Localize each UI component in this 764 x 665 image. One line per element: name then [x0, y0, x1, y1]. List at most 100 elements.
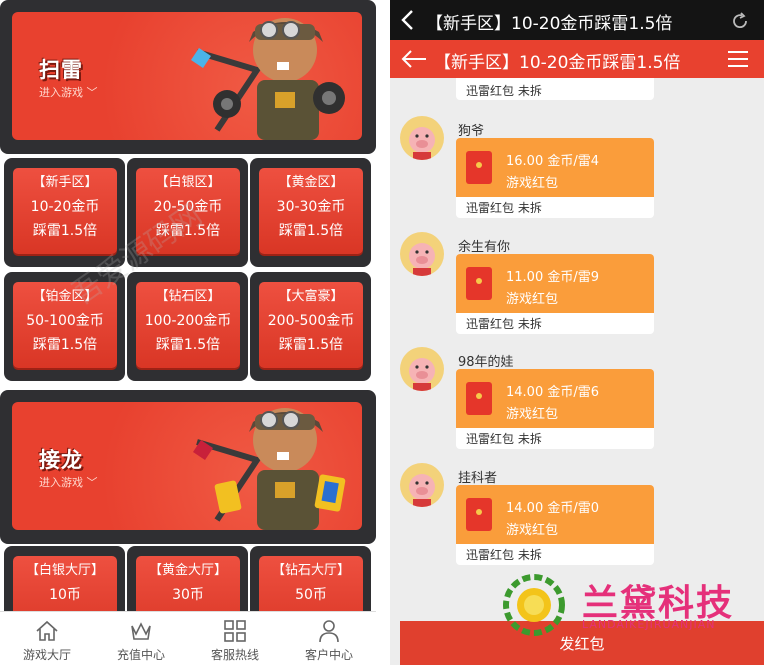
room-grid: 【新手区】 10-20金币 踩雷1.5倍 【白银区】 20-50金币 踩雷1.5…	[0, 154, 376, 390]
room-button-newbie[interactable]: 【新手区】 10-20金币 踩雷1.5倍	[13, 168, 117, 254]
room-rate: 踩雷1.5倍	[155, 223, 221, 239]
menu-icon[interactable]	[726, 50, 750, 68]
room-rate: 踩雷1.5倍	[32, 337, 98, 353]
pig-avatar-icon	[409, 474, 435, 507]
bottom-tab-bar: 游戏大厅 充值中心 客服热线 客户中心	[0, 611, 376, 665]
chat-room-panel: 【新手区】10-20金币踩雷1.5倍 【新手区】10-20金币踩雷1.5倍 迅雷…	[390, 0, 764, 665]
hall-coins: 30币	[172, 587, 204, 603]
room-title: 【新手区】10-20金币踩雷1.5倍	[434, 53, 681, 73]
packet-amount: 16.00 金币/雷4	[506, 154, 599, 169]
packet-amount: 14.00 金币/雷6	[506, 385, 599, 400]
solitaire-banner-card[interactable]: 接龙 进入游戏 ﹀	[12, 402, 362, 530]
red-envelope-icon	[466, 267, 492, 300]
avatar[interactable]	[400, 116, 444, 160]
window-title-bar: 【新手区】10-20金币踩雷1.5倍	[390, 0, 764, 40]
tab-label: 客户中心	[304, 648, 353, 662]
avatar[interactable]	[400, 232, 444, 276]
red-packet[interactable]: 14.00 金币/雷6 游戏红包 迅雷红包 未拆	[456, 369, 654, 449]
room-rate: 踩雷1.5倍	[32, 223, 98, 239]
hall-coins: 10币	[49, 587, 81, 603]
tab-label: 客服热线	[210, 648, 259, 662]
room-zone: 【大富豪】	[278, 289, 344, 304]
packet-status: 迅雷红包 未拆	[466, 432, 542, 446]
room-range: 10-20金币	[30, 199, 100, 215]
room-tile-tycoon[interactable]: 【大富豪】 200-500金币 踩雷1.5倍	[250, 272, 371, 381]
hall-name: 【黄金大厅】	[148, 563, 227, 578]
chat-message: 余生有你 11.00 金币/雷9 游戏红包 迅雷红包 未拆	[390, 232, 764, 342]
enter-game-link[interactable]: 进入游戏 ﹀	[39, 474, 98, 490]
red-packet[interactable]: 14.00 金币/雷0 游戏红包 迅雷红包 未拆	[456, 485, 654, 565]
enter-game-link[interactable]: 进入游戏 ﹀	[39, 84, 98, 100]
sender-name: 98年的娃	[458, 355, 514, 370]
tab-label: 游戏大厅	[22, 648, 71, 662]
app-header: 【新手区】10-20金币踩雷1.5倍	[390, 40, 764, 78]
home-icon	[36, 620, 58, 641]
back-chevron-icon[interactable]	[398, 8, 418, 32]
miner-character-illustration	[191, 18, 345, 140]
room-tile-diamond[interactable]: 【钻石区】 100-200金币 踩雷1.5倍	[127, 272, 248, 381]
grid-icon	[224, 620, 246, 642]
packet-type: 游戏红包	[506, 407, 559, 422]
packet-amount: 14.00 金币/雷0	[506, 501, 599, 516]
minesweeper-banner-card[interactable]: 扫雷 进入游戏 ﹀	[12, 12, 362, 140]
packet-type: 游戏红包	[506, 523, 559, 538]
solitaire-banner[interactable]: 接龙 进入游戏 ﹀	[0, 390, 376, 544]
red-envelope-icon	[466, 151, 492, 184]
room-zone: 【新手区】	[32, 175, 98, 190]
room-tile-gold[interactable]: 【黄金区】 30-30金币 踩雷1.5倍	[250, 158, 371, 267]
sender-name: 狗爷	[458, 124, 485, 139]
room-tile-silver[interactable]: 【白银区】 20-50金币 踩雷1.5倍	[127, 158, 248, 267]
sender-name: 余生有你	[458, 240, 511, 255]
chat-message: 98年的娃 14.00 金币/雷6 游戏红包 迅雷红包 未拆	[390, 347, 764, 457]
red-envelope-icon	[466, 382, 492, 415]
refresh-icon[interactable]	[730, 11, 750, 31]
room-button-tycoon[interactable]: 【大富豪】 200-500金币 踩雷1.5倍	[259, 282, 363, 368]
room-zone: 【黄金区】	[278, 175, 344, 190]
room-tile-platinum[interactable]: 【铂金区】 50-100金币 踩雷1.5倍	[4, 272, 125, 381]
room-button-platinum[interactable]: 【铂金区】 50-100金币 踩雷1.5倍	[13, 282, 117, 368]
packet-status: 迅雷红包 未拆	[466, 84, 542, 98]
red-packet[interactable]: 16.00 金币/雷4 游戏红包 迅雷红包 未拆	[456, 138, 654, 218]
room-range: 20-50金币	[153, 199, 223, 215]
packet-status: 迅雷红包 未拆	[466, 548, 542, 562]
pig-avatar-icon	[409, 358, 435, 391]
room-button-diamond[interactable]: 【钻石区】 100-200金币 踩雷1.5倍	[136, 282, 240, 368]
packet-type: 游戏红包	[506, 292, 559, 307]
packet-type: 游戏红包	[506, 176, 559, 191]
room-zone: 【白银区】	[155, 175, 221, 190]
game-lobby-panel: 扫雷 进入游戏 ﹀ 【新手区】 10-20金币 踩雷1.5倍 【白银区】 20-…	[0, 0, 376, 665]
packet-amount: 11.00 金币/雷9	[506, 270, 599, 285]
minesweeper-banner[interactable]: 扫雷 进入游戏 ﹀	[0, 0, 376, 154]
room-range: 50-100金币	[26, 313, 104, 329]
room-rate: 踩雷1.5倍	[155, 337, 221, 353]
tab-service-hotline[interactable]: 客服热线	[188, 612, 282, 665]
red-packet[interactable]: 11.00 金币/雷9 游戏红包 迅雷红包 未拆	[456, 254, 654, 334]
tab-recharge[interactable]: 充值中心	[94, 612, 188, 665]
room-button-silver[interactable]: 【白银区】 20-50金币 踩雷1.5倍	[136, 168, 240, 254]
previous-packet-footer[interactable]: 迅雷红包 未拆	[456, 78, 654, 100]
tab-customer-center[interactable]: 客户中心	[282, 612, 376, 665]
room-range: 100-200金币	[144, 313, 232, 329]
tab-game-hall[interactable]: 游戏大厅	[0, 612, 94, 665]
pig-avatar-icon	[409, 243, 435, 276]
chat-message: 挂科者 14.00 金币/雷0 游戏红包 迅雷红包 未拆	[390, 463, 764, 573]
avatar[interactable]	[400, 347, 444, 391]
room-zone: 【钻石区】	[155, 289, 221, 304]
user-icon	[319, 620, 339, 643]
orchid-logo-icon	[503, 574, 565, 636]
crown-icon	[131, 622, 151, 640]
room-tile-newbie[interactable]: 【新手区】 10-20金币 踩雷1.5倍	[4, 158, 125, 267]
room-rate: 踩雷1.5倍	[278, 337, 344, 353]
room-button-gold[interactable]: 【黄金区】 30-30金币 踩雷1.5倍	[259, 168, 363, 254]
miner-character-illustration	[193, 408, 346, 530]
hall-name: 【白银大厅】	[25, 563, 104, 578]
room-range: 200-500金币	[267, 313, 355, 329]
brand-logo: 兰黛科技 LANDAIKEJIRUANJIAN	[498, 570, 764, 640]
packet-status: 迅雷红包 未拆	[466, 201, 542, 215]
window-title: 【新手区】10-20金币踩雷1.5倍	[426, 14, 673, 34]
back-arrow-icon[interactable]	[400, 49, 428, 69]
chat-message: 狗爷 16.00 金币/雷4 游戏红包 迅雷红包 未拆	[390, 116, 764, 226]
sender-name: 挂科者	[458, 471, 498, 486]
avatar[interactable]	[400, 463, 444, 507]
brand-pinyin: LANDAIKEJIRUANJIAN	[582, 618, 716, 631]
